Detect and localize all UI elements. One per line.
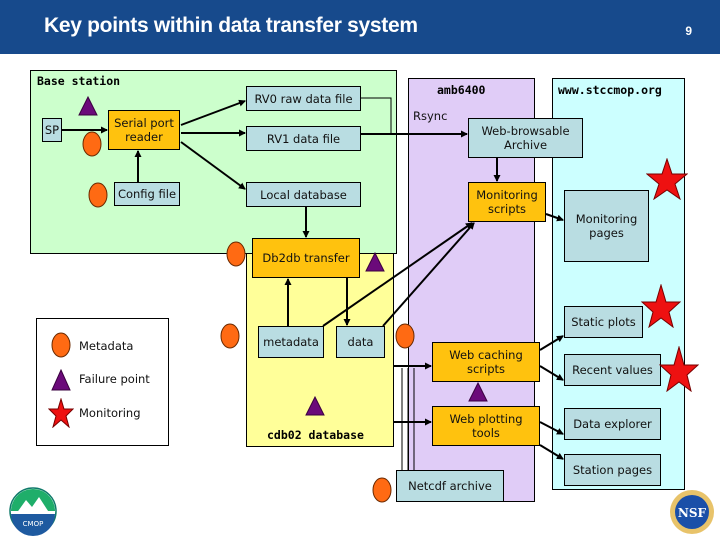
monitoring-star-icon bbox=[646, 158, 688, 200]
legend: Metadata Failure point Monitoring bbox=[36, 318, 169, 446]
failure-point-icon bbox=[365, 252, 385, 272]
slide-header: Key points within data transfer system 9 bbox=[0, 0, 720, 54]
data-box[interactable]: data bbox=[336, 326, 385, 358]
metadata-icon bbox=[220, 323, 240, 349]
failure-point-icon bbox=[78, 96, 98, 116]
cmop-logo: CMOP bbox=[9, 487, 57, 536]
legend-label-failure-point: Failure point bbox=[79, 372, 150, 386]
page-number: 9 bbox=[685, 24, 692, 38]
legend-label-monitoring: Monitoring bbox=[79, 406, 141, 420]
netcdf-archive-box[interactable]: Netcdf archive bbox=[396, 470, 504, 502]
base-station-label: Base station bbox=[37, 74, 121, 88]
cdb02-label: cdb02 database bbox=[267, 428, 364, 442]
cmop-logo-text: CMOP bbox=[23, 520, 44, 528]
rv0-box[interactable]: RV0 raw data file bbox=[246, 86, 361, 111]
metadata-icon bbox=[395, 323, 415, 349]
monitoring-star-icon bbox=[659, 346, 699, 392]
metadata-icon bbox=[82, 131, 102, 157]
web-caching-box[interactable]: Web caching scripts bbox=[432, 342, 540, 382]
metadata-icon bbox=[88, 182, 108, 208]
monitoring-star-icon bbox=[641, 284, 681, 328]
static-plots-box[interactable]: Static plots bbox=[564, 306, 643, 338]
data-explorer-box[interactable]: Data explorer bbox=[564, 408, 661, 440]
metadata-legend-icon bbox=[51, 332, 71, 358]
failure-point-icon bbox=[305, 396, 325, 416]
web-archive-box[interactable]: Web-browsable Archive bbox=[468, 118, 583, 158]
failure-point-icon bbox=[468, 382, 488, 402]
db2db-transfer-box[interactable]: Db2db transfer bbox=[252, 238, 360, 278]
nsf-logo: NSF bbox=[670, 490, 714, 534]
sp-box[interactable]: SP bbox=[42, 118, 62, 142]
metadata-box[interactable]: metadata bbox=[258, 326, 324, 358]
serial-port-reader-box[interactable]: Serial port reader bbox=[108, 110, 180, 150]
legend-label-metadata: Metadata bbox=[79, 339, 134, 353]
amb6400-label: amb6400 bbox=[437, 83, 486, 97]
metadata-icon bbox=[372, 477, 392, 503]
failure-point-legend-icon bbox=[51, 369, 71, 391]
recent-values-box[interactable]: Recent values bbox=[564, 354, 661, 386]
nsf-logo-text: NSF bbox=[678, 506, 707, 520]
rv1-box[interactable]: RV1 data file bbox=[246, 126, 361, 151]
monitoring-legend-icon bbox=[48, 398, 74, 428]
web-plotting-box[interactable]: Web plotting tools bbox=[432, 406, 540, 446]
local-database-box[interactable]: Local database bbox=[246, 182, 361, 207]
monitoring-pages-box[interactable]: Monitoring pages bbox=[564, 190, 649, 262]
slide-title: Key points within data transfer system bbox=[44, 14, 418, 37]
config-file-box[interactable]: Config file bbox=[114, 182, 180, 206]
station-pages-box[interactable]: Station pages bbox=[564, 454, 661, 486]
stccmop-label: www.stccmop.org bbox=[558, 83, 662, 97]
rsync-label: Rsync bbox=[413, 109, 448, 123]
monitoring-scripts-box[interactable]: Monitoring scripts bbox=[468, 182, 546, 222]
metadata-icon bbox=[226, 241, 246, 267]
